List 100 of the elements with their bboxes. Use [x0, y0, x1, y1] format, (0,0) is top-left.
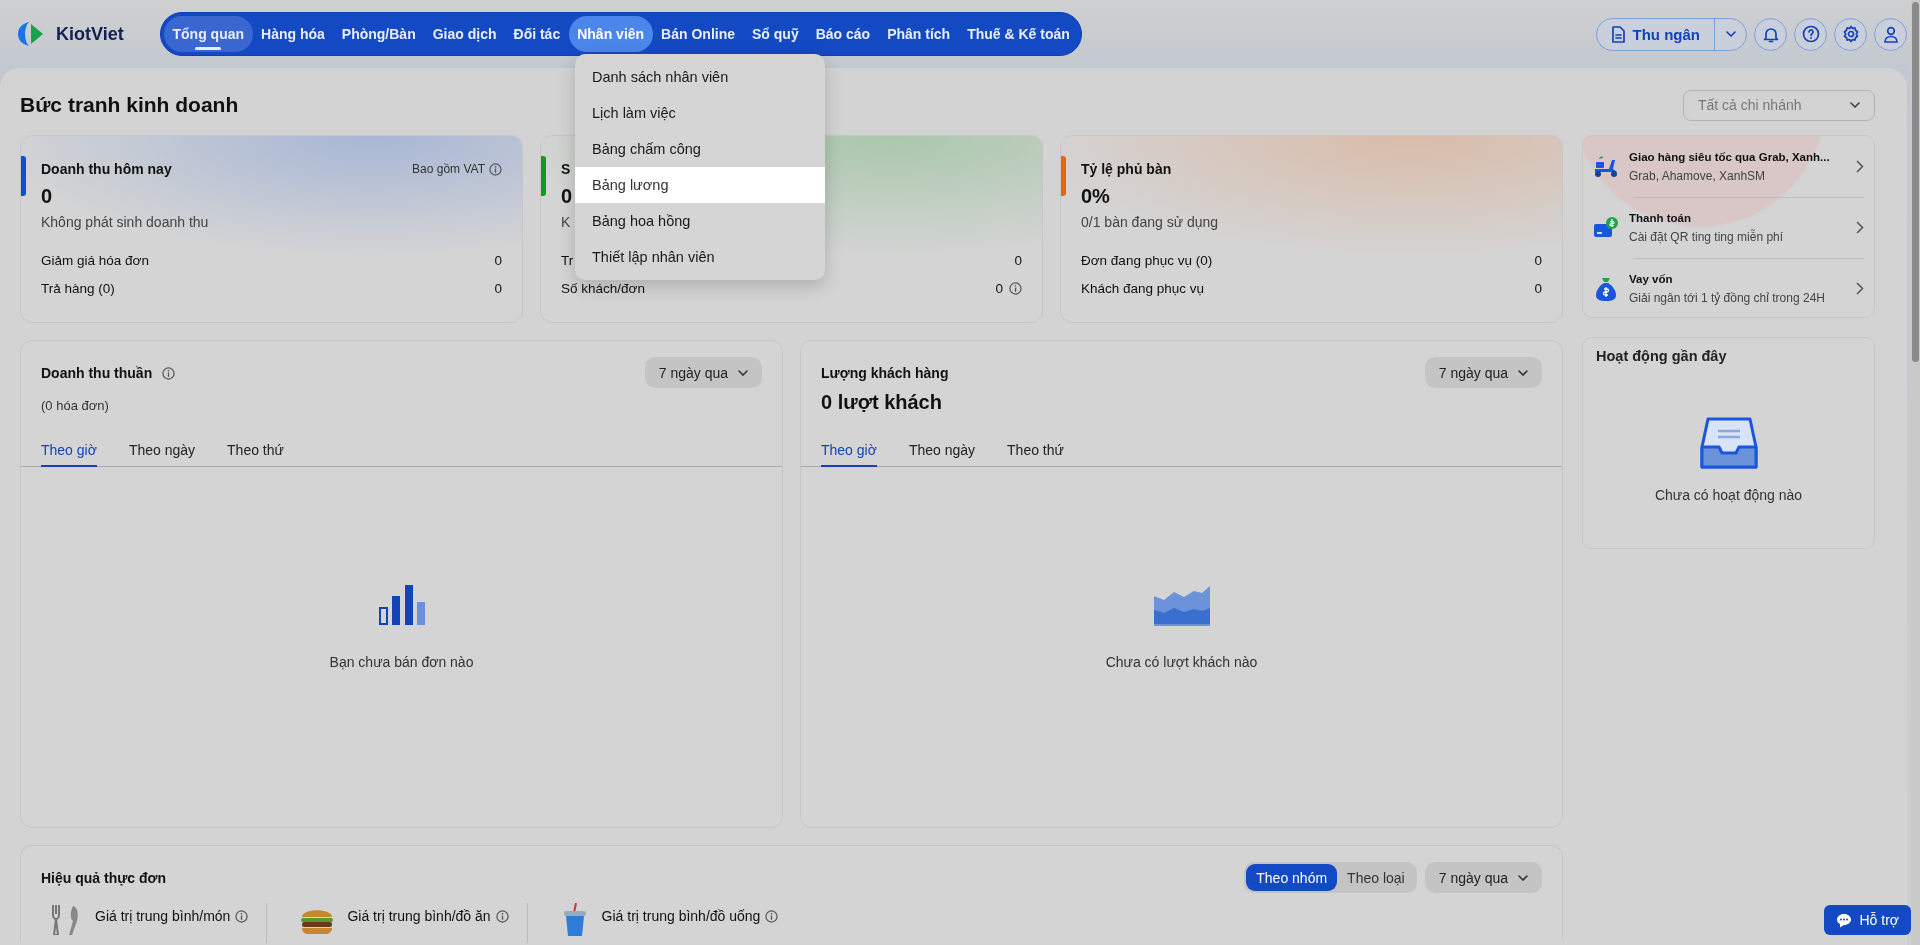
promo-title: Thanh toán: [1629, 211, 1692, 224]
stat-label: Số khách/đơn: [561, 280, 645, 296]
segment-tab[interactable]: Theo nhóm: [1246, 864, 1338, 891]
nav-tab[interactable]: Hàng hóa: [252, 16, 334, 52]
area-chart-icon: [1152, 584, 1211, 626]
nav-tab[interactable]: Tổng quan: [164, 16, 253, 52]
stat-value: 0: [995, 280, 1003, 296]
card-title: S: [561, 161, 571, 177]
bar-chart-icon: [377, 584, 426, 626]
stat-label: Trả hàng (0): [41, 280, 115, 296]
chart-tab[interactable]: Theo giờ: [821, 434, 877, 467]
brand-name: KiotViet: [56, 23, 124, 45]
chart-tab[interactable]: Theo giờ: [41, 434, 97, 467]
card-title: Hoạt động gần đây: [1596, 348, 1727, 364]
empty-message: Chưa có hoạt động nào: [1654, 487, 1803, 503]
metric-label: Giá trị trung bình/đồ ăn: [347, 908, 491, 924]
user-icon: [1882, 25, 1899, 43]
nav-tab[interactable]: Giao dịch: [424, 16, 505, 52]
promo-item[interactable]: Giao hàng siêu tốc qua Grab, Xanh... Grab, Ahamove, XanhSM: [1593, 136, 1864, 197]
card-title: Doanh thu hôm nay: [41, 161, 172, 177]
menu-item[interactable]: Bảng chấm công: [575, 131, 825, 167]
stat-total: 0%: [1081, 185, 1110, 209]
scrollbar-thumb[interactable]: [1912, 2, 1919, 362]
help-icon: [1801, 25, 1820, 43]
period-select[interactable]: 7 ngày qua: [1424, 357, 1542, 388]
nav-tab[interactable]: Phòng/Bàn: [333, 16, 425, 52]
info-icon: [765, 909, 779, 923]
menu-item[interactable]: Danh sách nhân viên: [575, 59, 825, 95]
settings-icon: [1841, 25, 1860, 43]
support-button[interactable]: Hỗ trợ: [1824, 905, 1911, 935]
caret-icon: [738, 369, 748, 376]
segment-tab[interactable]: Theo loại: [1337, 864, 1415, 891]
stat-total: 0: [561, 185, 573, 209]
menu-item[interactable]: Lịch làm việc: [575, 95, 825, 131]
stat-value: 0: [1014, 252, 1022, 268]
chevron-right-icon: [1856, 160, 1864, 173]
stat-label: Khách đang phục vụ: [1081, 280, 1205, 296]
nav-tab[interactable]: Báo cáo: [807, 16, 879, 52]
notification-button[interactable]: [1754, 17, 1787, 51]
chevron-right-icon: [1856, 221, 1864, 234]
info-icon: [489, 162, 502, 176]
stat-value: 0: [494, 252, 502, 268]
bell-icon: [1762, 25, 1779, 43]
scooter-icon: [1593, 154, 1619, 179]
card-title: Hiệu quả thực đơn: [41, 869, 167, 886]
card-subtitle: K: [561, 214, 571, 232]
period-select[interactable]: 7 ngày qua: [1424, 862, 1542, 893]
card-subtitle: Không phát sinh doanh thu: [41, 214, 209, 232]
chart-tab[interactable]: Theo thứ: [1007, 434, 1064, 467]
customer-count: 0 lượt khách: [821, 391, 943, 414]
nav-tab[interactable]: Bán Online: [652, 16, 744, 52]
stat-label: Giảm giá hóa đơn: [41, 252, 149, 268]
nav-tab[interactable]: Thuế & Kế toán: [958, 16, 1079, 52]
period-select[interactable]: 7 ngày qua: [644, 357, 762, 388]
stat-label: Đơn đang phục vụ (0): [1081, 252, 1213, 268]
nav-tab[interactable]: Phân tích: [878, 16, 959, 52]
menu-item[interactable]: Thiết lập nhân viên: [575, 239, 825, 275]
card-subtitle: 0/1 bàn đang sử dụng: [1081, 214, 1219, 232]
help-button[interactable]: [1794, 17, 1827, 51]
nav-tab[interactable]: Đối tác: [505, 16, 569, 52]
card-title: Tỷ lệ phủ bàn: [1081, 161, 1172, 177]
caret-icon: [1725, 31, 1736, 37]
empty-message: Chưa có lượt khách nào: [1105, 654, 1258, 670]
promo-subtitle: Giải ngân tới 1 tỷ đồng chỉ trong 24H: [1629, 290, 1826, 305]
caret-icon: [1518, 369, 1528, 376]
stat-label: Tr: [561, 252, 574, 268]
wallet-icon: [1593, 215, 1619, 240]
metric-label: Giá trị trung bình/đồ uống: [601, 908, 761, 924]
stat-total: 0: [41, 185, 53, 209]
stat-value: 0: [494, 280, 502, 296]
chevron-right-icon: [1856, 282, 1864, 295]
nav-tab[interactable]: Sổ quỹ: [743, 16, 808, 52]
chart-tab[interactable]: Theo thứ: [227, 434, 284, 467]
nav-tab[interactable]: Nhân viên: [568, 16, 653, 52]
menu-item[interactable]: Bảng lương: [575, 167, 825, 203]
stat-value: 0: [1534, 252, 1542, 268]
account-button[interactable]: [1874, 17, 1907, 51]
settings-button[interactable]: [1834, 17, 1867, 51]
chat-icon: [1836, 912, 1853, 928]
empty-message: Bạn chưa bán đơn nào: [329, 654, 474, 670]
metric-label: Giá trị trung bình/món: [95, 908, 231, 924]
promo-item[interactable]: Vay vốn Giải ngân tới 1 tỷ đồng chỉ trong 24H: [1593, 258, 1864, 317]
caret-icon: [1518, 874, 1528, 881]
money-bag-icon: [1594, 275, 1618, 302]
stat-value: 0: [1534, 280, 1542, 296]
promo-title: Giao hàng siêu tốc qua Grab, Xanh...: [1629, 150, 1831, 163]
info-icon: [495, 909, 509, 923]
promo-item[interactable]: Thanh toán Cài đặt QR ting ting miễn phí: [1593, 197, 1864, 258]
menu-item[interactable]: Bảng hoa hồng: [575, 203, 825, 239]
page-title: Bức tranh kinh doanh: [20, 93, 239, 117]
vat-note: Bao gồm VAT: [412, 162, 485, 176]
card-title: Doanh thu thuần: [41, 365, 153, 381]
chart-tab[interactable]: Theo ngày: [908, 434, 976, 467]
inbox-icon: [1699, 417, 1758, 469]
promo-subtitle: Grab, Ahamove, XanhSM: [1629, 168, 1767, 183]
chart-tab[interactable]: Theo ngày: [128, 434, 196, 467]
promo-title: Vay vốn: [1629, 272, 1674, 285]
info-icon: [235, 909, 249, 923]
caret-icon: [1850, 102, 1860, 108]
card-title: Lượng khách hàng: [821, 365, 949, 381]
